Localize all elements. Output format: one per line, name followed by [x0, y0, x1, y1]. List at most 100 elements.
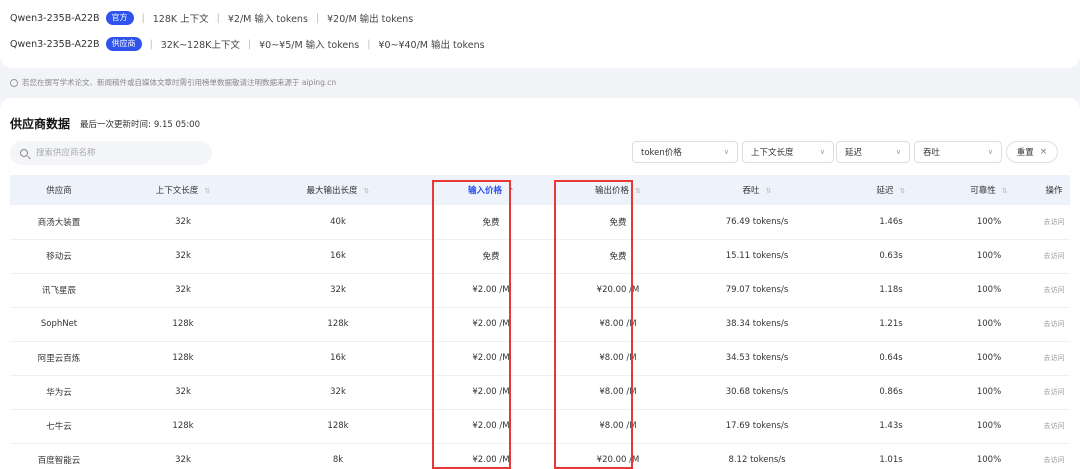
provider-cell: 商汤大装置 [37, 217, 81, 228]
throughput-cell: 8.12 tokens/s [728, 455, 786, 465]
visit-link[interactable]: 去访问 [1038, 239, 1070, 273]
col-throughput[interactable]: 吞吐 ⇅ [672, 175, 842, 205]
table-row: 讯飞星辰 32k 32k ¥2.00 /M ¥20.00 /M 79.07 tokens/… [10, 273, 1070, 307]
col-reliability[interactable]: 可靠性 ⇅ [940, 175, 1038, 205]
section-title: 供应商数据 [10, 117, 71, 131]
model-summary-card: Qwen3-235B-A22B 官方 | 128K 上下文 | ¥2/M 输入 … [0, 0, 1080, 68]
reliability-cell: 100% [976, 387, 1002, 397]
input-price-cell: 免费 [482, 252, 500, 262]
throughput-cell: 15.11 tokens/s [725, 251, 789, 261]
provider-data-card: 供应商数据 最后一次更新时间:9.15 05:00 token价格 ∨ 上下文长度… [0, 98, 1080, 469]
model-row-official: Qwen3-235B-A22B 官方 | 128K 上下文 | ¥2/M 输入 … [10, 11, 414, 25]
max-output-cell: 32k [330, 285, 346, 295]
visit-link[interactable]: 去访问 [1038, 409, 1070, 443]
input-price-cell: ¥2.00 /M [472, 319, 510, 329]
model-row-provider: Qwen3-235B-A22B 供应商 | 32K~128K上下文 | ¥0~¥… [10, 37, 485, 51]
filter-latency[interactable]: 延迟 ∨ [836, 141, 910, 163]
context-length-cell: 32k [175, 387, 191, 397]
visit-link[interactable]: 去访问 [1038, 205, 1070, 239]
sort-icon: ⇅ [204, 186, 211, 195]
filter-throughput[interactable]: 吞吐 ∨ [914, 141, 1002, 163]
max-output-cell: 32k [330, 387, 346, 397]
latency-cell: 0.86s [879, 387, 903, 397]
visit-link[interactable]: 去访问 [1038, 307, 1070, 341]
visit-link[interactable]: 去访问 [1038, 341, 1070, 375]
provider-badge: 供应商 [105, 37, 142, 51]
lightbulb-icon [10, 78, 18, 87]
throughput-cell: 76.49 tokens/s [725, 216, 789, 227]
reliability-cell: 100% [976, 421, 1002, 431]
citation-notice: 若您在撰写学术论文、新闻稿件或自媒体文章时需引用榜单数据敬请注明数据来源于 ai… [10, 77, 336, 88]
col-input-price[interactable]: 输入价格 ⌃ [418, 175, 564, 205]
col-action: 操作 [1045, 186, 1063, 196]
output-price-cell: ¥20.00 /M [596, 285, 640, 295]
update-label: 最后一次更新时间: [80, 120, 151, 130]
chevron-down-icon: ∨ [723, 148, 729, 156]
throughput-cell: 38.34 tokens/s [725, 319, 789, 329]
output-price-cell: ¥8.00 /M [599, 319, 637, 329]
filter-context-length[interactable]: 上下文长度 ∨ [742, 141, 834, 163]
col-context-length[interactable]: 上下文长度 ⇅ [108, 175, 258, 205]
output-price-spec: ¥20/M 输出 tokens [327, 14, 414, 25]
latency-cell: 1.21s [879, 319, 903, 329]
official-badge: 官方 [105, 11, 134, 25]
input-price-cell: 免费 [482, 217, 500, 228]
reliability-cell: 100% [976, 455, 1002, 465]
col-latency[interactable]: 延迟 ⇅ [842, 175, 940, 205]
table-header-row: 供应商 上下文长度 ⇅ 最大输出长度 ⇅ 输入价格 ⌃ 输出价格 ⇅ 吞吐 ⇅ 延迟 ⇅ 可… [10, 175, 1070, 205]
reliability-cell: 100% [976, 251, 1002, 261]
input-price-cell: ¥2.00 /M [472, 455, 510, 465]
search-box[interactable] [10, 141, 212, 165]
max-output-cell: 16k [330, 251, 346, 261]
output-price-cell: ¥20.00 /M [596, 455, 640, 465]
latency-cell: 1.18s [879, 285, 903, 295]
context-spec: 128K 上下文 [152, 14, 209, 25]
table-row: 商汤大装置 32k 40k 免费 免费 76.49 tokens/s 1.46s 100% 去访… [10, 205, 1070, 239]
input-price-spec: ¥0~¥5/M 输入 tokens [259, 40, 360, 51]
visit-link[interactable]: 去访问 [1038, 273, 1070, 307]
provider-table: 供应商 上下文长度 ⇅ 最大输出长度 ⇅ 输入价格 ⌃ 输出价格 ⇅ 吞吐 ⇅ 延迟 ⇅ 可… [10, 175, 1070, 469]
reliability-cell: 100% [976, 285, 1002, 295]
reset-button[interactable]: 重置 × [1006, 141, 1058, 163]
input-price-cell: ¥2.00 /M [472, 353, 510, 363]
context-length-cell: 32k [175, 455, 191, 465]
table-row: 移动云 32k 16k 免费 免费 15.11 tokens/s 0.63s 100% 去访问 [10, 239, 1070, 273]
visit-link[interactable]: 去访问 [1038, 375, 1070, 409]
max-output-cell: 40k [330, 216, 346, 227]
input-price-cell: ¥2.00 /M [472, 421, 510, 431]
update-time: 9.15 05:00 [153, 120, 200, 130]
provider-cell: 讯飞星辰 [41, 286, 76, 296]
throughput-cell: 30.68 tokens/s [725, 387, 789, 397]
max-output-cell: 128k [327, 319, 349, 329]
table-row: 华为云 32k 32k ¥2.00 /M ¥8.00 /M 30.68 tokens/s 0… [10, 375, 1070, 409]
col-output-price[interactable]: 输出价格 ⇅ [564, 175, 672, 205]
max-output-cell: 16k [330, 353, 346, 363]
throughput-cell: 17.69 tokens/s [725, 421, 789, 431]
chevron-down-icon: ∨ [819, 148, 825, 156]
filter-token-price[interactable]: token价格 ∨ [632, 141, 738, 163]
model-name: Qwen3-235B-A22B [10, 12, 100, 24]
search-input[interactable] [36, 148, 196, 158]
input-price-cell: ¥2.00 /M [472, 285, 510, 295]
model-name: Qwen3-235B-A22B [10, 38, 100, 50]
sort-icon: ⇅ [363, 186, 370, 195]
throughput-cell: 79.07 tokens/s [725, 285, 789, 295]
visit-link[interactable]: 去访问 [1038, 443, 1070, 469]
context-length-cell: 32k [175, 285, 191, 295]
table-row: 七牛云 128k 128k ¥2.00 /M ¥8.00 /M 17.69 tokens/… [10, 409, 1070, 443]
sort-icon: ⇅ [765, 186, 772, 195]
reliability-cell: 100% [976, 319, 1002, 329]
output-price-cell: 免费 [609, 217, 627, 228]
context-length-cell: 128k [172, 421, 194, 431]
close-icon: × [1039, 147, 1048, 157]
context-spec: 32K~128K上下文 [160, 40, 240, 51]
reliability-cell: 100% [976, 216, 1002, 227]
sort-icon: ⇅ [899, 186, 906, 195]
col-max-output[interactable]: 最大输出长度 ⇅ [258, 175, 418, 205]
provider-cell: 华为云 [46, 388, 72, 398]
context-length-cell: 128k [172, 319, 194, 329]
throughput-cell: 34.53 tokens/s [725, 353, 789, 363]
provider-cell: SophNet [40, 319, 78, 329]
table-row: 阿里云百炼 128k 16k ¥2.00 /M ¥8.00 /M 34.53 tokens… [10, 341, 1070, 375]
filter-label: 延迟 [845, 148, 863, 158]
